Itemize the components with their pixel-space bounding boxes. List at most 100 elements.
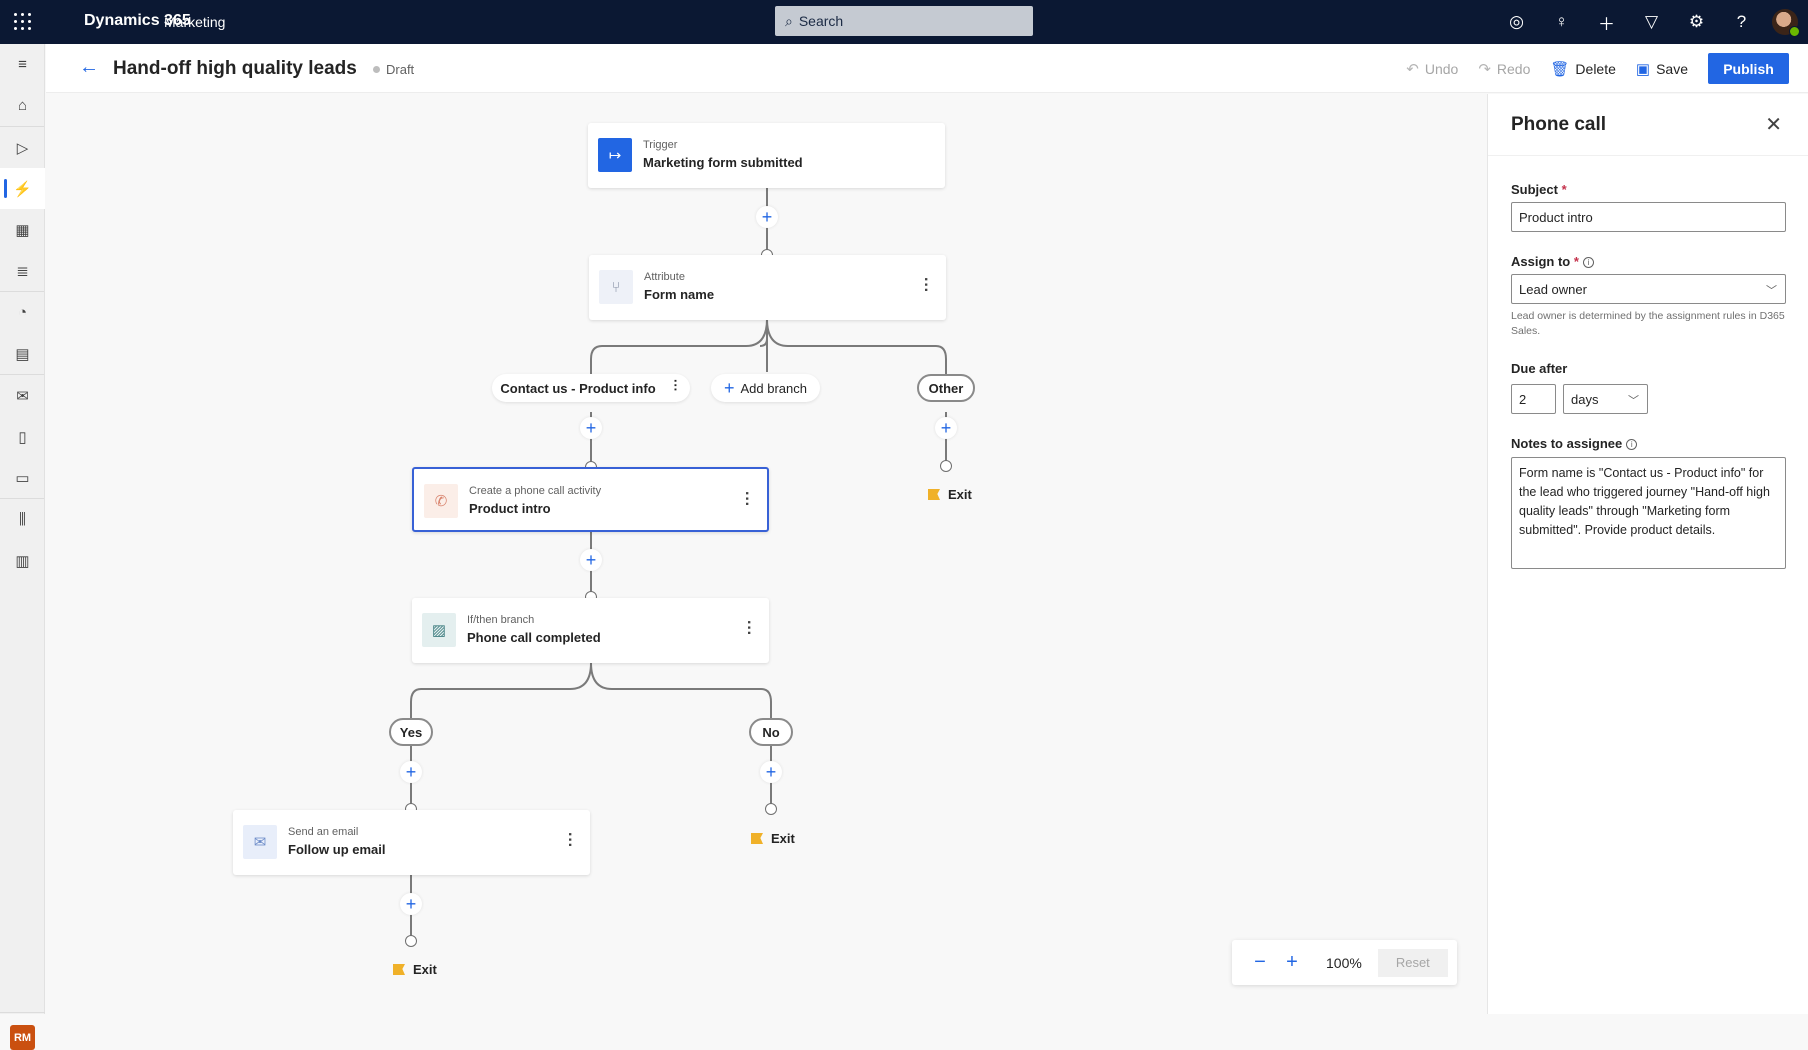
due-unit-value: days — [1571, 391, 1599, 407]
panel-title: Phone call — [1511, 114, 1607, 135]
sms-icon[interactable]: ▭ — [0, 457, 45, 498]
card-kind: Create a phone call activity — [469, 485, 602, 497]
flag-icon — [751, 833, 763, 844]
more-options-icon[interactable]: ··· — [740, 620, 757, 636]
close-icon[interactable]: ✕ — [1765, 112, 1782, 137]
more-options-icon[interactable]: ··· — [738, 491, 755, 507]
assets-icon[interactable]: ▥ — [0, 540, 45, 581]
save-icon: ▣ — [1635, 60, 1651, 78]
user-avatar[interactable] — [1772, 9, 1800, 37]
journey-canvas[interactable]: ↦ Trigger Marketing form submitted + ⑂ A… — [46, 94, 1487, 1014]
menu-icon[interactable]: ≡ — [0, 44, 45, 85]
search-icon: ⌕ — [785, 12, 793, 29]
flag-icon — [393, 964, 405, 975]
page-header: ← Hand-off high quality leads Draft ↶ Und… — [46, 44, 1808, 93]
trigger-card[interactable]: ↦ Trigger Marketing form submitted — [588, 123, 945, 188]
chevron-down-icon: ﹀ — [1628, 395, 1639, 407]
zoom-controls: − + 100% Reset — [1232, 940, 1457, 985]
subject-input[interactable]: Product intro — [1511, 202, 1786, 232]
exit-marker: Exit — [928, 487, 972, 502]
delete-button[interactable]: 🗑 Delete — [1550, 60, 1616, 78]
exit-label: Exit — [771, 831, 795, 846]
card-kind: Send an email — [288, 826, 359, 838]
branch-pill-no[interactable]: No — [749, 718, 793, 746]
flag-icon — [928, 489, 940, 500]
get-started-icon[interactable]: ▷ — [0, 127, 45, 168]
card-title: Follow up email — [288, 842, 386, 857]
journeys-icon[interactable]: ⚡ — [0, 168, 45, 209]
undo-label: Undo — [1424, 60, 1459, 77]
connector-node — [405, 935, 417, 947]
branch-icon: ▨ — [422, 613, 456, 647]
trigger-icon: ↦ — [598, 138, 632, 172]
analytics-icon[interactable]: ◔ — [0, 292, 45, 333]
forms-icon[interactable]: ▤ — [0, 333, 45, 374]
filter-icon[interactable]: ▽ — [1629, 0, 1674, 44]
connector-lines — [410, 188, 947, 942]
search-input[interactable]: ⌕ Search — [775, 6, 1033, 36]
trash-icon: 🗑 — [1550, 60, 1570, 78]
help-icon[interactable]: ? — [1719, 0, 1764, 44]
zoom-out-button[interactable]: − — [1244, 951, 1276, 974]
add-branch-button[interactable]: + Add branch — [711, 374, 820, 402]
add-step-button[interactable]: + — [580, 417, 602, 439]
notes-textarea[interactable]: Form name is "Contact us - Product info"… — [1511, 457, 1786, 569]
email-icon[interactable]: ✉ — [0, 375, 45, 416]
card-kind: Attribute — [644, 271, 685, 283]
due-unit-dropdown[interactable]: days ﹀ — [1563, 384, 1648, 414]
add-step-button[interactable]: + — [760, 761, 782, 783]
undo-button[interactable]: ↶ Undo — [1406, 60, 1458, 78]
more-options-icon[interactable]: ··· — [668, 379, 683, 392]
attribute-card[interactable]: ⑂ Attribute Form name ··· — [589, 255, 946, 320]
info-icon[interactable]: i — [1626, 439, 1638, 451]
status-badge: Draft — [373, 62, 414, 77]
subject-label: Subject * — [1511, 182, 1567, 197]
back-arrow-icon[interactable]: ← — [79, 56, 99, 79]
branch-pill-contact-us[interactable]: Contact us - Product info ··· — [492, 374, 690, 402]
assign-to-dropdown[interactable]: Lead owner ﹀ — [1511, 274, 1786, 304]
delete-label: Delete — [1575, 60, 1616, 77]
add-icon[interactable]: ＋ — [1584, 0, 1629, 44]
reset-zoom-button[interactable]: Reset — [1377, 948, 1448, 977]
save-button[interactable]: ▣ Save — [1636, 60, 1688, 78]
send-email-card[interactable]: ✉ Send an email Follow up email ··· — [233, 810, 590, 875]
target-icon[interactable]: ◎ — [1494, 0, 1539, 44]
card-title: Phone call completed — [467, 630, 601, 645]
notes-label: Notes to assignee i — [1511, 436, 1638, 451]
due-after-label: Due after — [1511, 361, 1568, 376]
zoom-level: 100% — [1326, 954, 1362, 971]
more-options-icon[interactable]: ··· — [917, 277, 934, 293]
save-label: Save — [1656, 60, 1688, 77]
add-step-button[interactable]: + — [400, 893, 422, 915]
home-icon[interactable]: ⌂ — [0, 85, 45, 126]
publish-button[interactable]: Publish — [1708, 53, 1789, 84]
segments-icon[interactable]: ▦ — [0, 209, 45, 250]
settings-icon[interactable]: ⚙ — [1674, 0, 1719, 44]
card-title: Marketing form submitted — [643, 155, 803, 170]
connector-node — [940, 460, 952, 472]
redo-icon: ↷ — [1478, 60, 1491, 78]
add-step-button[interactable]: + — [935, 417, 957, 439]
library-icon[interactable]: ⫼ — [0, 499, 45, 540]
add-step-button[interactable]: + — [400, 761, 422, 783]
app-launcher-icon[interactable] — [12, 11, 34, 33]
add-icon: + — [723, 377, 735, 398]
add-step-button[interactable]: + — [580, 549, 602, 571]
exit-label: Exit — [948, 487, 972, 502]
more-options-icon[interactable]: ··· — [561, 832, 578, 848]
lightbulb-icon[interactable]: ♀ — [1539, 0, 1584, 44]
exit-marker: Exit — [393, 962, 437, 977]
branch-pill-other[interactable]: Other — [917, 374, 975, 402]
page-title: Hand-off high quality leads — [113, 58, 357, 79]
push-notification-icon[interactable]: ▯ — [0, 416, 45, 457]
add-step-button[interactable]: + — [756, 206, 778, 228]
branch-pill-yes[interactable]: Yes — [389, 718, 433, 746]
area-switcher[interactable]: RM — [10, 1025, 35, 1050]
phone-call-card[interactable]: ✆ Create a phone call activity Product i… — [412, 467, 769, 532]
due-after-input[interactable]: 2 — [1511, 384, 1556, 414]
zoom-in-button[interactable]: + — [1276, 951, 1308, 974]
if-then-card[interactable]: ▨ If/then branch Phone call completed ··… — [412, 598, 769, 663]
triggers-icon[interactable]: ≣ — [0, 250, 45, 291]
redo-button[interactable]: ↷ Redo — [1478, 60, 1530, 78]
info-icon[interactable]: i — [1582, 257, 1594, 269]
